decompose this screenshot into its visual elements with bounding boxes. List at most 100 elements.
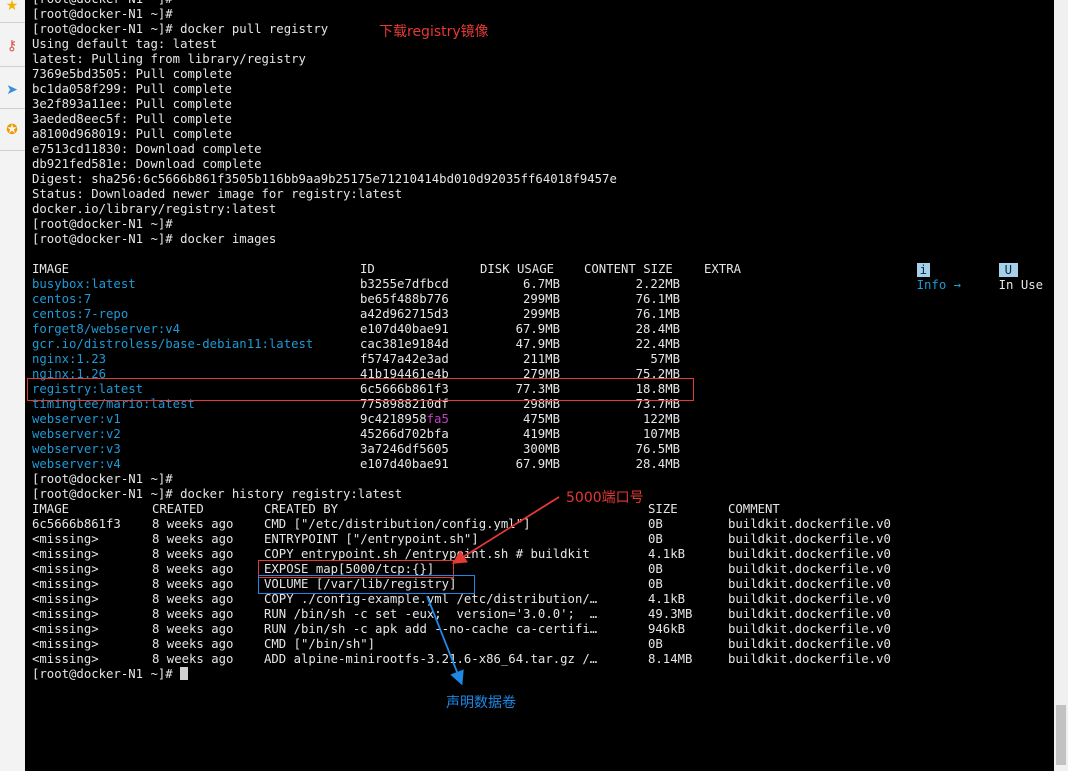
volume-annotation: 声明数据卷	[446, 695, 516, 711]
table-row: nginx:1.23 f5747a42e3ad 211MB 57MB	[32, 352, 792, 367]
output-line: bc1da058f299: Pull complete	[32, 82, 232, 96]
disk-usage: 475MB	[522, 412, 560, 426]
col-created: CREATED	[152, 502, 204, 516]
disk-usage: 6.7MB	[522, 277, 560, 291]
image-name: nginx:1.23	[32, 352, 107, 366]
layer-comment: buildkit.dockerfile.v0	[728, 517, 891, 531]
content-size: 76.1MB	[635, 307, 680, 321]
output-line: docker.io/library/registry:latest	[32, 202, 277, 216]
image-name: centos:7	[32, 292, 92, 306]
layer-image: <missing>	[32, 607, 99, 621]
layer-comment: buildkit.dockerfile.v0	[728, 652, 891, 666]
history-row: <missing> 8 weeks ago RUN /bin/sh -c apk…	[32, 622, 932, 637]
layer-image: <missing>	[32, 547, 99, 561]
volume-highlight-box	[258, 575, 475, 594]
scrollbar-thumb[interactable]	[1056, 705, 1066, 765]
toolbar-divider	[0, 108, 25, 109]
image-id: e107d40bae91	[360, 322, 449, 336]
layer-image: <missing>	[32, 622, 99, 636]
table-row: busybox:latest b3255e7dfbcd 6.7MB 2.22MB	[32, 277, 792, 292]
terminal-window[interactable]: [root@docker-N1 ~]# [root@docker-N1 ~]# …	[25, 0, 1054, 771]
disk-usage: 299MB	[522, 292, 560, 306]
layer-image: 6c5666b861f3	[32, 517, 121, 531]
command-line-pull: [root@docker-N1 ~]# docker pull registry	[32, 22, 329, 36]
output-line: 3e2f893a11ee: Pull complete	[32, 97, 232, 111]
key-icon[interactable]: ⚷	[2, 36, 22, 56]
disk-usage: 299MB	[522, 307, 560, 321]
vertical-scrollbar[interactable]	[1054, 0, 1068, 771]
image-name: webserver:v1	[32, 412, 121, 426]
image-name: forget8/webserver:v4	[32, 322, 181, 336]
col-extra: EXTRA	[704, 262, 742, 276]
disk-usage: 300MB	[522, 442, 560, 456]
info-badge: i Info →	[887, 248, 961, 292]
col-size: SIZE	[648, 502, 678, 516]
layer-comment: buildkit.dockerfile.v0	[728, 562, 891, 576]
prompt-line: [root@docker-N1 ~]#	[32, 217, 173, 231]
prompt-text: [root@docker-N1 ~]#	[32, 667, 173, 681]
table-row: webserver:v3 3a7246df5605 300MB 76.5MB	[32, 442, 792, 457]
layer-size: 946kB	[648, 622, 686, 636]
layer-image: <missing>	[32, 577, 99, 591]
disk-usage: 419MB	[522, 427, 560, 441]
content-size: 122MB	[642, 412, 680, 426]
toolbar-divider	[0, 22, 25, 23]
layer-size: 49.3MB	[648, 607, 693, 621]
layer-created-by: RUN /bin/sh -c set -eux; version='3.0.0'…	[264, 607, 598, 621]
layer-created: 8 weeks ago	[152, 562, 234, 576]
content-size: 22.4MB	[635, 337, 680, 351]
col-content: CONTENT SIZE	[584, 262, 673, 276]
toolbar-divider	[0, 150, 25, 151]
image-id: 45266d702bfa	[360, 427, 449, 441]
prompt-line: [root@docker-N1 ~]#	[32, 7, 173, 21]
col-created-by: CREATED BY	[264, 502, 339, 516]
history-row: <missing> 8 weeks ago EXPOSE map[5000/tc…	[32, 562, 932, 577]
history-row: <missing> 8 weeks ago CMD ["/bin/sh"] 0B…	[32, 637, 932, 652]
registry-highlight-box	[27, 378, 694, 401]
inuse-badge: U In Use	[969, 248, 1043, 292]
layer-comment: buildkit.dockerfile.v0	[728, 637, 891, 651]
layer-image: <missing>	[32, 562, 99, 576]
output-line: 7369e5bd3505: Pull complete	[32, 67, 232, 81]
table-row: centos:7 be65f488b776 299MB 76.1MB	[32, 292, 792, 307]
layer-size: 0B	[648, 577, 663, 591]
layer-created-by: CMD ["/bin/sh"]	[264, 637, 376, 651]
image-id: cac381e9184d	[360, 337, 449, 351]
output-line: Digest: sha256:6c5666b861f3505b116bb9aa9…	[32, 172, 617, 186]
image-id: a42d962715d3	[360, 307, 449, 321]
output-line: a8100d968019: Pull complete	[32, 127, 232, 141]
layer-comment: buildkit.dockerfile.v0	[728, 622, 891, 636]
send-icon[interactable]: ➤	[2, 80, 22, 100]
layer-comment: buildkit.dockerfile.v0	[728, 577, 891, 591]
image-id: 9c4218958fa5	[360, 412, 449, 427]
layer-image: <missing>	[32, 652, 99, 666]
star-icon[interactable]: ★	[2, 0, 22, 16]
current-prompt[interactable]: [root@docker-N1 ~]#	[32, 667, 189, 682]
content-size: 76.1MB	[635, 292, 680, 306]
compass-icon[interactable]: ✪	[2, 120, 22, 140]
layer-created-by: ENTRYPOINT ["/entrypoint.sh"]	[264, 532, 479, 546]
disk-usage: 67.9MB	[515, 457, 560, 471]
image-name: gcr.io/distroless/base-debian11:latest	[32, 337, 314, 351]
output-line: db921fed581e: Download complete	[32, 157, 262, 171]
pull-annotation: 下载registry镜像	[379, 24, 489, 40]
col-image: IMAGE	[32, 262, 70, 276]
image-name: webserver:v4	[32, 457, 121, 471]
left-toolbar: ★ ⚷ ➤ ✪	[0, 0, 26, 771]
output-line: e7513cd11830: Download complete	[32, 142, 262, 156]
content-size: 28.4MB	[635, 322, 680, 336]
images-header: IMAGE ID DISK USAGE CONTENT SIZE EXTRA	[32, 262, 792, 277]
content-size: 107MB	[642, 427, 680, 441]
inuse-label: In Use	[998, 278, 1044, 292]
image-id-head: 9c4218958	[360, 412, 427, 426]
image-name: webserver:v2	[32, 427, 121, 441]
command-line-history: [root@docker-N1 ~]# docker history regis…	[32, 487, 403, 501]
layer-image: <missing>	[32, 592, 99, 606]
command-line-images: [root@docker-N1 ~]# docker images	[32, 232, 277, 246]
layer-created-by: ADD alpine-minirootfs-3.21.6-x86_64.tar.…	[264, 652, 598, 666]
layer-size: 0B	[648, 637, 663, 651]
layer-created: 8 weeks ago	[152, 637, 234, 651]
image-id: b3255e7dfbcd	[360, 277, 449, 291]
layer-size: 0B	[648, 532, 663, 546]
layer-created-by: COPY ./config-example.yml /etc/distribut…	[264, 592, 598, 606]
